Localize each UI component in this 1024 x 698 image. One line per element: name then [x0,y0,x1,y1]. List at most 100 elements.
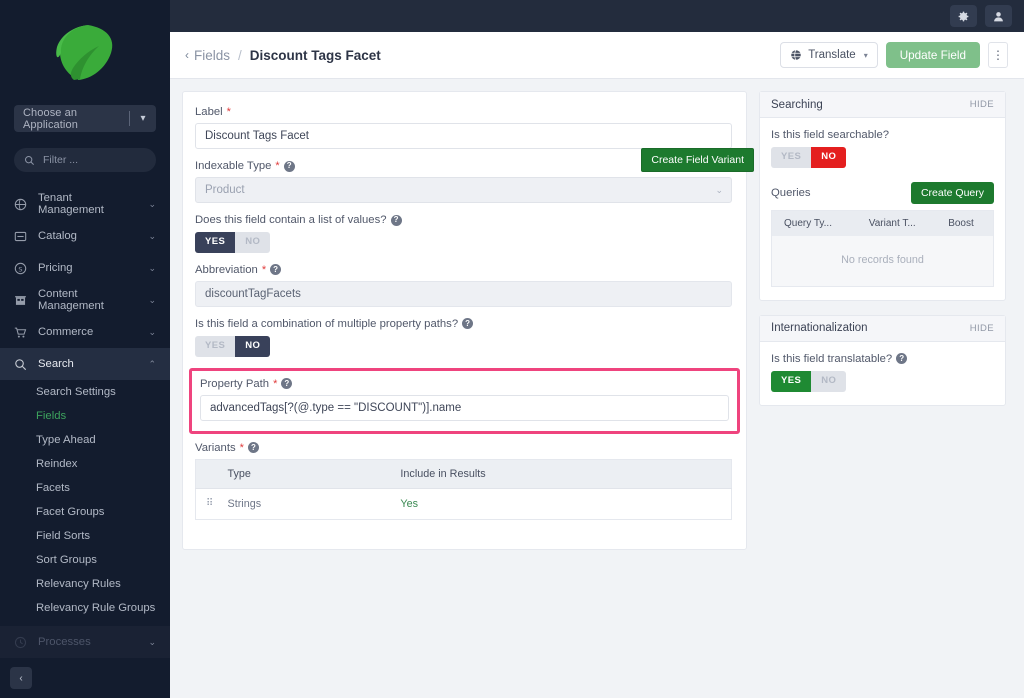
property-path-input[interactable]: advancedTags[?(@.type == "DISCOUNT")].na… [200,394,729,421]
toggle-yes[interactable]: YES [195,232,236,253]
queries-row: Queries Create Query [771,181,994,204]
i18n-panel-body: Is this field translatable? ? YES NO [760,342,1005,405]
sidebar-subitem-relevancy-rule-groups[interactable]: Relevancy Rule Groups [0,596,170,620]
breadcrumb-separator: / [238,47,242,63]
create-query-button[interactable]: Create Query [910,181,994,204]
toggle-no[interactable]: NO [811,370,847,392]
sidebar-item-label: Content Management [38,288,104,312]
sidebar-item-label: Search [38,358,74,370]
chevron-down-icon: ⌄ [148,326,156,337]
chevron-down-icon: ▾ [863,50,868,60]
globe-icon [14,198,27,211]
sidebar-subitem-sort-groups[interactable]: Sort Groups [0,548,170,572]
application-select-label: Choose an Application [23,106,78,131]
variants-table-body: ⠿ Strings Yes [195,488,732,520]
label-text: Variants [195,441,236,454]
sidebar-item-search[interactable]: Search ⌃ [0,348,170,380]
toggle-yes[interactable]: YES [771,370,812,392]
settings-button[interactable] [950,5,977,27]
sidebar-subitem-facet-groups[interactable]: Facet Groups [0,500,170,524]
back-chevron-icon[interactable]: ‹ [185,48,189,62]
variants-table-head: Type Include in Results [195,459,732,489]
label-text: Property Path [200,377,270,390]
chevron-down-icon: ⌄ [148,230,156,241]
searching-panel-body: Is this field searchable? YES NO Queries… [760,118,1005,300]
help-icon[interactable]: ? [896,353,908,365]
searching-panel-title: Searching [771,98,823,111]
sidebar-item-label: Processes [38,636,91,648]
sidebar-subitem-search-settings[interactable]: Search Settings [0,380,170,404]
toggle-no[interactable]: NO [811,147,847,168]
collapse-sidebar-button[interactable]: ‹ [10,667,32,689]
sidebar-subitem-field-sorts[interactable]: Field Sorts [0,524,170,548]
label-field-group: Label * Discount Tags Facet [195,106,732,149]
help-icon[interactable]: ? [462,318,474,330]
table-header-row: Query Ty... Variant T... Boost [771,210,994,236]
account-button[interactable] [985,5,1012,27]
help-icon[interactable]: ? [281,378,293,390]
list-of-values-toggle[interactable]: YES NO [195,232,271,253]
help-icon[interactable]: ? [270,264,282,276]
help-icon[interactable]: ? [247,442,259,454]
sidebar-subitem-facets[interactable]: Facets [0,476,170,500]
toggle-no[interactable]: NO [235,335,271,357]
abbreviation-input[interactable]: discountTagFacets [195,280,732,307]
user-icon [994,11,1003,21]
sidebar-item-commerce[interactable]: Commerce ⌄ [0,316,170,348]
toggle-yes[interactable]: YES [195,335,236,357]
sidebar-item-content-management[interactable]: Content Management ⌄ [0,284,170,316]
i18n-hide-button[interactable]: HIDE [970,323,994,334]
sidebar-item-pricing[interactable]: S Pricing ⌄ [0,252,170,284]
update-field-button[interactable]: Update Field [885,42,980,68]
sidebar-subitem-fields[interactable]: Fields [0,404,170,428]
indexable-type-select-wrap: Product ⌄ [195,177,732,203]
label-text: Does this field contain a list of values… [195,214,387,226]
required-marker: * [239,441,244,454]
sidebar-item-tenant-management[interactable]: Tenant Management ⌄ [0,188,170,220]
combination-label: Is this field a combination of multiple … [195,318,732,330]
table-row[interactable]: ⠿ Strings Yes [195,488,732,520]
gear-icon [958,11,969,21]
search-icon [24,155,34,165]
searchable-toggle[interactable]: YES NO [771,147,847,168]
toggle-no[interactable]: NO [235,232,271,253]
required-marker: * [226,106,231,118]
application-select[interactable]: Choose an Application ▾ [14,105,156,132]
drag-handle-icon[interactable]: ⠿ [195,488,218,520]
breadcrumb-parent[interactable]: Fields [194,48,230,63]
queries-table-body: No records found [771,235,994,287]
sidebar-item-catalog[interactable]: Catalog ⌄ [0,220,170,252]
leaf-logo-icon [56,24,113,80]
required-marker: * [273,377,278,390]
sidebar-item-label: Tenant Management [38,192,104,216]
toggle-yes[interactable]: YES [771,147,812,168]
combination-toggle[interactable]: YES NO [195,335,271,357]
chevron-down-icon: ▾ [140,113,146,124]
sidebar-subitem-type-ahead[interactable]: Type Ahead [0,428,170,452]
label-input[interactable]: Discount Tags Facet [195,123,732,149]
queries-col-query-type: Query Ty... [771,210,865,236]
translatable-toggle[interactable]: YES NO [771,370,847,392]
sidebar-item-processes[interactable]: Processes ⌄ [0,626,170,658]
abbreviation-group: Abbreviation * ? discountTagFacets [195,264,732,307]
dollar-icon: S [14,262,27,275]
sidebar-subitem-reindex[interactable]: Reindex [0,452,170,476]
chevron-down-icon: ⌄ [148,636,156,647]
help-icon[interactable]: ? [390,214,402,226]
indexable-type-select[interactable]: Product [195,177,732,203]
translate-button[interactable]: Translate ▾ [780,42,878,68]
translate-label: Translate [808,49,856,61]
more-options-button[interactable]: ⋮ [988,42,1008,68]
building-icon [14,294,27,307]
help-icon[interactable]: ? [283,160,295,172]
required-marker: * [261,263,267,276]
searching-panel: Searching HIDE Is this field searchable?… [759,91,1006,301]
grip-column-header [195,459,218,489]
searching-hide-button[interactable]: HIDE [970,99,994,110]
variants-group: Variants * ? Type Include in Results ⠿ S… [195,442,732,520]
sidebar-subitem-relevancy-rules[interactable]: Relevancy Rules [0,572,170,596]
chevron-up-icon: ⌃ [148,358,156,369]
create-field-variant-button[interactable]: Create Field Variant [641,148,754,172]
header-actions: Translate ▾ Update Field ⋮ [780,42,1008,68]
sidebar-filter-input[interactable]: Filter ... [14,148,156,172]
